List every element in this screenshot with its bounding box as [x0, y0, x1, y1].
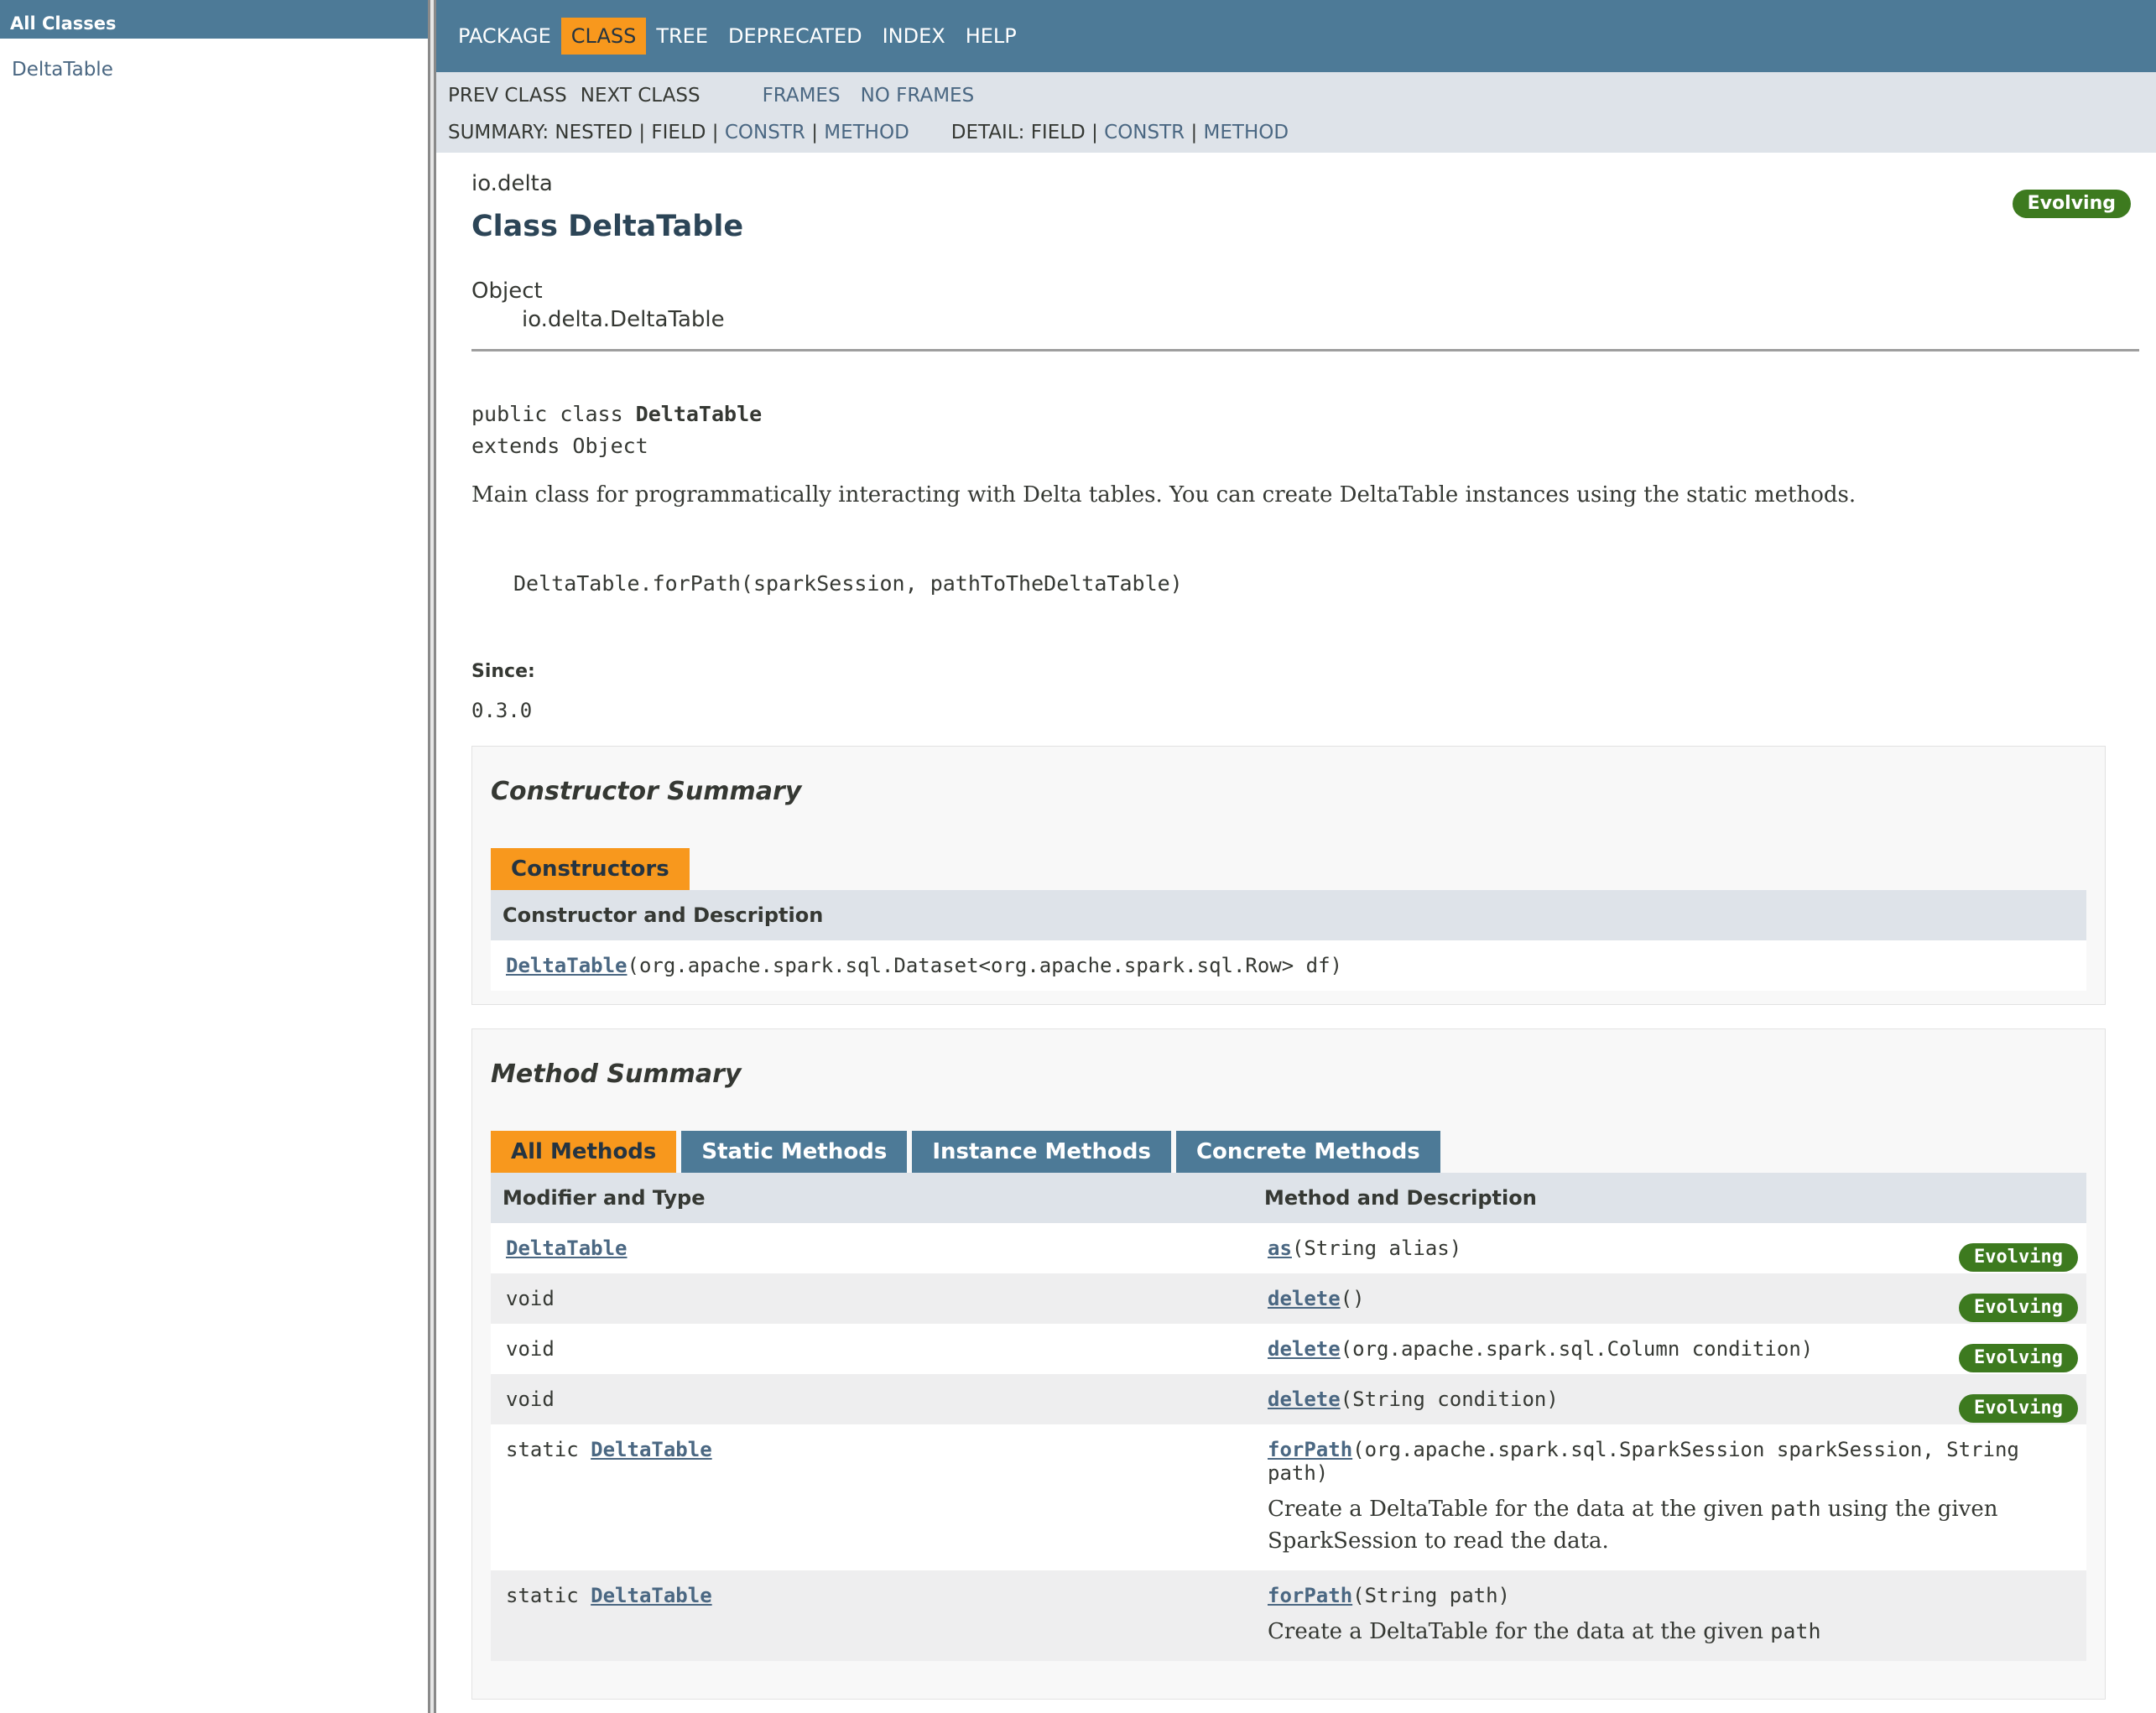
constructor-params: (org.apache.spark.sql.Dataset<org.apache…: [627, 954, 1343, 977]
tab-concrete-methods[interactable]: Concrete Methods: [1175, 1131, 1440, 1173]
method-table: Modifier and Type Method and Description…: [491, 1173, 2086, 1661]
table-row: void delete(org.apache.spark.sql.Column …: [491, 1324, 2086, 1374]
sub-navbar: PREV CLASS NEXT CLASS FRAMES NO FRAMES S…: [436, 72, 2156, 153]
summary-constr-link[interactable]: CONSTR: [725, 114, 805, 151]
method-params: (String path): [1352, 1584, 1510, 1607]
inherit-parent: Object: [471, 279, 543, 304]
desc-code: path: [1770, 1497, 1821, 1521]
since-value: 0.3.0: [471, 699, 533, 722]
class-doc-frame: PACKAGE CLASS TREE DEPRECATED INDEX HELP…: [436, 0, 2156, 1713]
method-description: Create a DeltaTable for the data at the …: [1268, 1616, 2071, 1648]
constructor-summary: Constructor Summary Constructors Constru…: [471, 746, 2106, 1005]
table-row: void delete() Evolving: [491, 1273, 2086, 1324]
sig-extends: extends Object: [471, 434, 648, 458]
detail-method-link[interactable]: METHOD: [1204, 114, 1289, 151]
type-link[interactable]: DeltaTable: [591, 1584, 712, 1607]
table-row: static DeltaTable forPath(String path) C…: [491, 1570, 2086, 1661]
prev-class: PREV CLASS: [448, 85, 567, 107]
table-row: void delete(String condition) Evolving: [491, 1374, 2086, 1424]
desc-code: path: [1770, 1619, 1821, 1643]
desc-text: Create a DeltaTable for the data at the …: [1268, 1497, 1771, 1522]
frames-link[interactable]: FRAMES: [763, 77, 841, 114]
constructor-summary-heading: Constructor Summary: [491, 777, 802, 806]
method-params: (org.apache.spark.sql.SparkSession spark…: [1268, 1438, 2019, 1485]
desc-text: Create a DeltaTable for the data at the …: [1268, 1619, 1771, 1644]
code-example: DeltaTable.forPath(sparkSession, pathToT…: [513, 571, 1183, 596]
evolving-badge: Evolving: [1959, 1394, 2078, 1423]
method-summary: Method Summary All Methods Static Method…: [471, 1028, 2106, 1700]
detail-constr-link[interactable]: CONSTR: [1104, 114, 1185, 151]
modifier-type: static: [506, 1584, 591, 1607]
nav-help[interactable]: HELP: [956, 18, 1027, 55]
constructor-tabs: Constructors: [491, 848, 2086, 890]
method-link-as[interactable]: as: [1268, 1237, 1292, 1260]
nav-class: CLASS: [560, 18, 647, 55]
method-link-forpath[interactable]: forPath: [1268, 1584, 1352, 1607]
class-content: io.delta Evolving Class DeltaTable Objec…: [436, 171, 2156, 1700]
inherit-child: io.delta.DeltaTable: [522, 307, 725, 332]
all-classes-frame: All Classes DeltaTable: [0, 0, 428, 1713]
evolving-badge: Evolving: [1959, 1294, 2078, 1322]
method-link-delete[interactable]: delete: [1268, 1337, 1341, 1361]
method-description: Create a DeltaTable for the data at the …: [1268, 1493, 2071, 1557]
constructor-link[interactable]: DeltaTable: [506, 954, 628, 977]
constructor-table: Constructor and Description DeltaTable(o…: [491, 890, 2086, 991]
evolving-badge: Evolving: [1959, 1344, 2078, 1372]
nav-package[interactable]: PACKAGE: [448, 18, 561, 55]
method-params: (org.apache.spark.sql.Column condition): [1340, 1337, 1814, 1361]
class-link-deltatable[interactable]: DeltaTable: [0, 59, 428, 81]
divider: [471, 349, 2139, 351]
class-signature: public class DeltaTable extends Object: [471, 398, 2139, 462]
column-modifier-type: Modifier and Type: [491, 1173, 1252, 1223]
summary-method-link[interactable]: METHOD: [824, 114, 909, 151]
method-link-delete[interactable]: delete: [1268, 1388, 1341, 1411]
modifier-type: static: [506, 1438, 591, 1461]
method-params: (): [1340, 1287, 1365, 1310]
class-description: Main class for programmatically interact…: [471, 482, 1857, 508]
detail-sep: |: [1190, 122, 1198, 143]
next-class: NEXT CLASS: [580, 85, 700, 107]
summary-sep: |: [811, 122, 818, 143]
method-link-forpath[interactable]: forPath: [1268, 1438, 1352, 1461]
package-name: io.delta: [471, 171, 553, 196]
summary-label: SUMMARY: NESTED | FIELD |: [448, 122, 719, 143]
method-link-delete[interactable]: delete: [1268, 1287, 1341, 1310]
type-link[interactable]: DeltaTable: [591, 1438, 712, 1461]
all-classes-header: All Classes: [0, 0, 428, 39]
constructor-column-header: Constructor and Description: [491, 890, 2086, 940]
tab-constructors: Constructors: [491, 848, 690, 890]
method-tabs: All Methods Static Methods Instance Meth…: [491, 1131, 2086, 1173]
type-link[interactable]: DeltaTable: [506, 1237, 628, 1260]
detail-label: DETAIL: FIELD |: [950, 122, 1098, 143]
no-frames-link[interactable]: NO FRAMES: [861, 77, 975, 114]
page-title: Class DeltaTable: [471, 210, 744, 243]
top-navbar: PACKAGE CLASS TREE DEPRECATED INDEX HELP: [436, 0, 2156, 72]
tab-instance-methods[interactable]: Instance Methods: [912, 1131, 1171, 1173]
inheritance-tree: Object io.delta.DeltaTable: [471, 277, 2139, 334]
frame-divider[interactable]: [428, 0, 436, 1713]
modifier-type: void: [491, 1374, 1252, 1424]
column-method-description: Method and Description: [1252, 1173, 2086, 1223]
tab-all-methods[interactable]: All Methods: [491, 1131, 677, 1173]
evolving-badge: Evolving: [2012, 190, 2131, 218]
method-params: (String condition): [1340, 1388, 1559, 1411]
sig-prefix: public class: [471, 402, 636, 426]
table-row: DeltaTable(org.apache.spark.sql.Dataset<…: [491, 940, 2086, 991]
modifier-type: void: [491, 1324, 1252, 1374]
nav-index[interactable]: INDEX: [872, 18, 956, 55]
method-params: (String alias): [1291, 1237, 1462, 1260]
modifier-type: void: [491, 1273, 1252, 1324]
nav-deprecated[interactable]: DEPRECATED: [718, 18, 872, 55]
nav-tree[interactable]: TREE: [646, 18, 718, 55]
table-row: DeltaTable as(String alias) Evolving: [491, 1223, 2086, 1273]
method-summary-heading: Method Summary: [491, 1060, 742, 1089]
sig-name: DeltaTable: [635, 402, 763, 426]
tab-static-methods[interactable]: Static Methods: [681, 1131, 908, 1173]
evolving-badge: Evolving: [1959, 1243, 2078, 1272]
table-row: static DeltaTable forPath(org.apache.spa…: [491, 1424, 2086, 1570]
since-label: Since:: [471, 661, 535, 682]
